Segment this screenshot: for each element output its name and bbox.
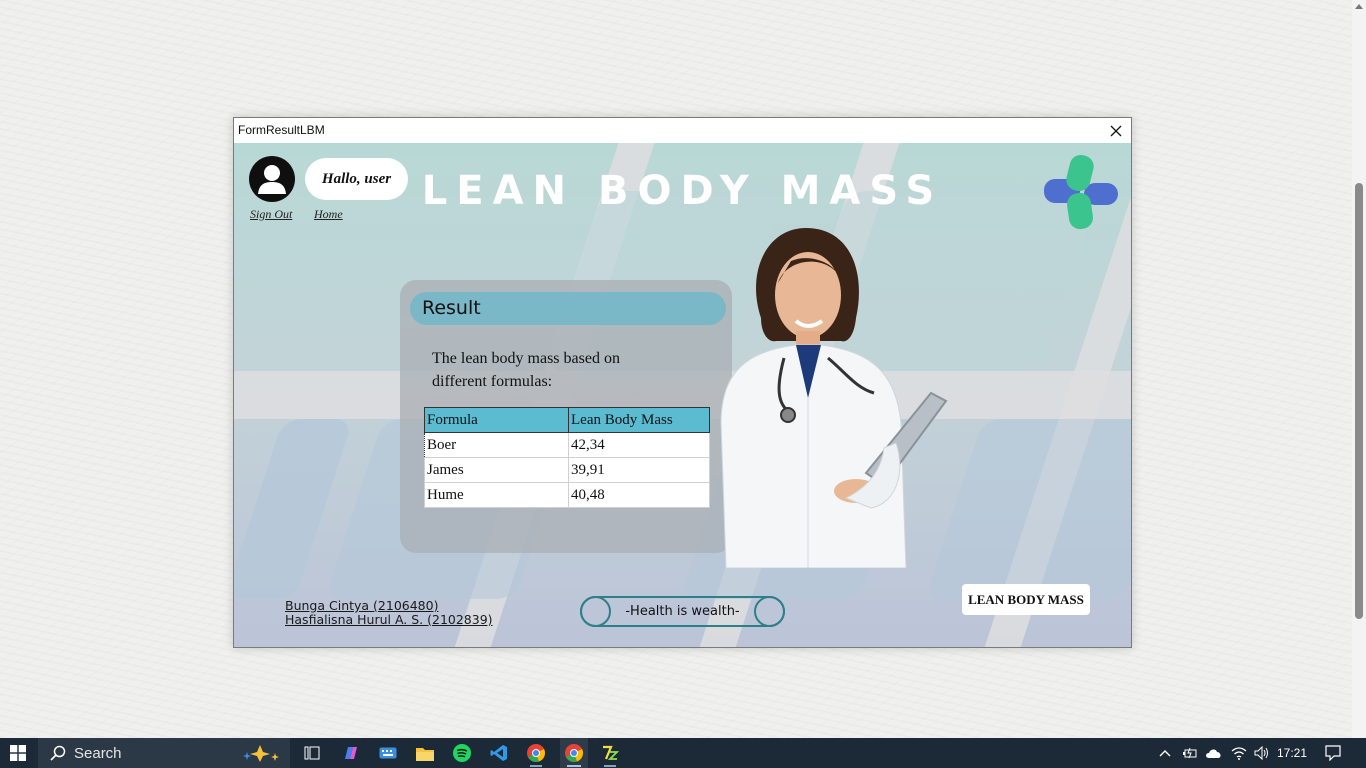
notification-center-button[interactable] <box>1322 738 1344 768</box>
page-scrollbar[interactable] <box>1352 0 1366 738</box>
formula-cell[interactable]: Boer <box>424 432 569 458</box>
taskbar-spotify[interactable] <box>449 738 475 768</box>
copilot-sparkle-icon <box>243 745 279 762</box>
taskbar-chrome-2-active[interactable] <box>560 738 588 768</box>
result-table[interactable]: Formula Lean Body Mass Boer 42,34 James … <box>424 407 710 508</box>
taskbar: Search 17:21 <box>0 738 1366 768</box>
table-header-row: Formula Lean Body Mass <box>424 407 710 433</box>
windows-logo-icon <box>10 745 26 761</box>
scroll-thumb[interactable] <box>1355 183 1363 619</box>
folder-icon <box>416 747 434 761</box>
keyboard-icon <box>379 747 397 759</box>
column-header-formula[interactable]: Formula <box>424 407 569 433</box>
chrome-icon <box>527 744 545 762</box>
taskbar-file-explorer[interactable] <box>412 738 438 768</box>
wifi-icon <box>1231 747 1247 760</box>
result-title: Result <box>410 292 726 325</box>
form-result-window: FormResultLBM Hallo, user Sign Out Home <box>233 117 1132 648</box>
taskbar-chrome-1[interactable] <box>523 738 549 768</box>
chevron-up-icon <box>1159 750 1171 757</box>
medical-cross-logo-icon <box>1044 155 1118 230</box>
close-icon <box>1110 125 1122 136</box>
credits: Bunga Cintya (2106480) Hasfialisna Hurul… <box>285 599 493 627</box>
running-indicator <box>567 765 581 767</box>
copilot-icon <box>345 747 357 759</box>
notification-icon <box>1325 745 1341 761</box>
task-view-button[interactable] <box>300 738 324 768</box>
vscode-icon <box>490 745 507 761</box>
motto-circle-right <box>754 596 785 627</box>
chrome-icon <box>565 744 583 762</box>
taskbar-search-box[interactable]: Search <box>38 738 290 768</box>
window-titlebar[interactable]: FormResultLBM <box>234 118 1131 143</box>
onedrive-status[interactable] <box>1204 738 1224 768</box>
column-header-lbm[interactable]: Lean Body Mass <box>568 407 710 433</box>
task-view-icon <box>304 746 320 760</box>
credit-line-2: Hasfialisna Hurul A. S. (2102839) <box>285 612 493 627</box>
spotify-icon <box>453 744 471 762</box>
taskbar-clock[interactable]: 17:21 <box>1277 738 1307 768</box>
battery-icon <box>1183 747 1197 759</box>
motto-text: -Health is wealth- <box>625 604 740 619</box>
motto-circle-left <box>580 596 611 627</box>
page-title: LEAN BODY MASS <box>421 168 944 214</box>
app-7z-icon <box>601 744 619 762</box>
table-row[interactable]: Hume 40,48 <box>424 482 710 508</box>
volume-status[interactable] <box>1252 738 1272 768</box>
search-icon <box>50 745 66 761</box>
wifi-status[interactable] <box>1229 738 1249 768</box>
formula-cell[interactable]: James <box>424 457 569 483</box>
taskbar-copilot-app[interactable] <box>338 738 364 768</box>
lean-body-mass-button[interactable]: LEAN BODY MASS <box>962 584 1090 615</box>
search-label: Search <box>74 744 122 762</box>
taskbar-vscode[interactable] <box>486 738 512 768</box>
result-description: The lean body mass based on different fo… <box>432 350 620 390</box>
table-row[interactable]: Boer 42,34 <box>424 432 710 458</box>
running-indicator <box>604 765 616 767</box>
doctor-illustration <box>720 228 948 568</box>
value-cell[interactable]: 42,34 <box>568 432 710 458</box>
table-row[interactable]: James 39,91 <box>424 457 710 483</box>
speaker-icon <box>1254 746 1268 760</box>
close-button[interactable] <box>1101 118 1131 143</box>
start-button[interactable] <box>0 738 36 768</box>
tray-overflow-button[interactable] <box>1156 738 1174 768</box>
taskbar-app-7z[interactable] <box>597 738 623 768</box>
window-title: FormResultLBM <box>238 123 325 137</box>
formula-cell[interactable]: Hume <box>424 482 569 508</box>
battery-status[interactable] <box>1180 738 1200 768</box>
value-cell[interactable]: 40,48 <box>568 482 710 508</box>
value-cell[interactable]: 39,91 <box>568 457 710 483</box>
cloud-icon <box>1206 748 1221 758</box>
form-content: Hallo, user Sign Out Home LEAN BODY MASS… <box>234 143 1131 647</box>
taskbar-keyboard-app[interactable] <box>375 738 401 768</box>
motto-badge: -Health is wealth- <box>580 596 785 627</box>
running-indicator <box>530 765 542 767</box>
scroll-up-arrow-icon[interactable] <box>1355 4 1363 9</box>
credit-line-1: Bunga Cintya (2106480) <box>285 598 439 613</box>
